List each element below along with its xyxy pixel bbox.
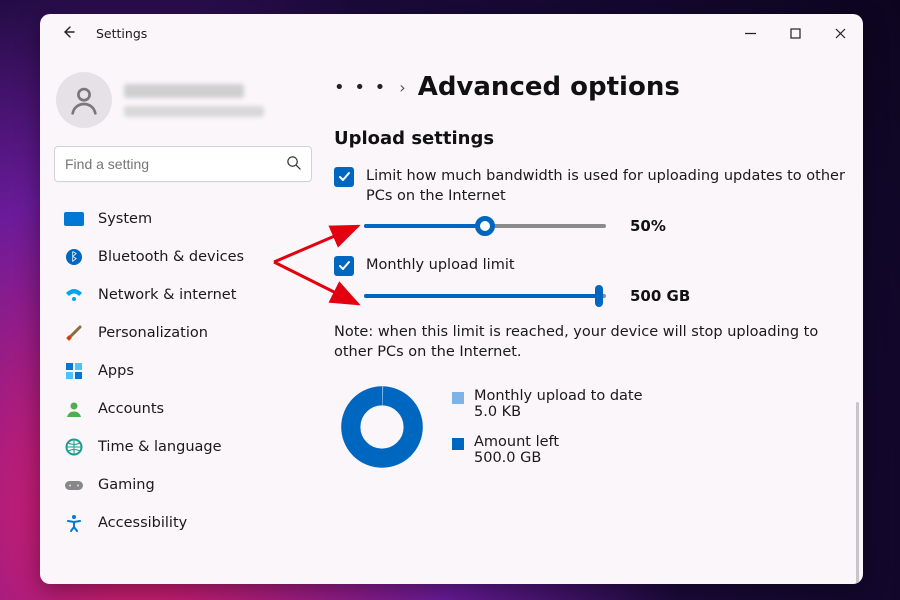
person-icon (68, 84, 100, 116)
accessibility-icon (62, 511, 86, 535)
amount-left-label: Amount left (474, 434, 559, 450)
option-monthly-limit: Monthly upload limit (334, 256, 849, 276)
maximize-icon (790, 28, 801, 39)
bandwidth-limit-checkbox[interactable] (334, 167, 354, 187)
profile-name-redacted (124, 84, 264, 117)
nav-label: Apps (98, 363, 134, 379)
check-icon (337, 170, 351, 184)
nav-label: Personalization (98, 325, 208, 341)
nav-item-gaming[interactable]: Gaming (54, 466, 312, 504)
app-title: Settings (96, 26, 147, 41)
nav-item-bluetooth[interactable]: Bluetooth & devices (54, 238, 312, 276)
nav-label: Gaming (98, 477, 155, 493)
system-icon (62, 207, 86, 231)
nav-label: Accounts (98, 401, 164, 417)
monthly-limit-slider[interactable] (364, 286, 606, 306)
back-arrow-icon (61, 25, 75, 39)
settings-window: Settings (40, 14, 863, 584)
minimize-icon (745, 28, 756, 39)
nav-label: Time & language (98, 439, 222, 455)
close-icon (835, 28, 846, 39)
personalization-icon (62, 321, 86, 345)
swatch-amount-left (452, 438, 464, 450)
monthly-limit-value: 500 GB (630, 287, 694, 305)
chevron-right-icon: › (399, 78, 405, 97)
apps-icon (62, 359, 86, 383)
check-icon (337, 259, 351, 273)
bandwidth-limit-label: Limit how much bandwidth is used for upl… (366, 167, 849, 206)
limit-note: Note: when this limit is reached, your d… (334, 322, 849, 363)
nav-item-accounts[interactable]: Accounts (54, 390, 312, 428)
nav-label: Accessibility (98, 515, 187, 531)
slider-thumb[interactable] (475, 216, 495, 236)
breadcrumb: • • • › Advanced options (334, 72, 849, 102)
bandwidth-slider[interactable] (364, 216, 606, 236)
nav-item-system[interactable]: System (54, 200, 312, 238)
section-title-upload: Upload settings (334, 128, 849, 149)
page-title: Advanced options (418, 72, 680, 102)
scrollbar[interactable] (856, 402, 859, 584)
content-pane: • • • › Advanced options Upload settings… (326, 52, 863, 584)
sidebar: System Bluetooth & devices Network & int… (40, 52, 326, 584)
search-input[interactable] (65, 156, 286, 172)
breadcrumb-overflow-button[interactable]: • • • (334, 77, 387, 98)
titlebar: Settings (40, 14, 863, 52)
nav-item-personalization[interactable]: Personalization (54, 314, 312, 352)
search-box[interactable] (54, 146, 312, 182)
gaming-icon (62, 473, 86, 497)
nav-list: System Bluetooth & devices Network & int… (54, 200, 312, 584)
network-icon (62, 283, 86, 307)
accounts-icon (62, 397, 86, 421)
maximize-button[interactable] (773, 14, 818, 52)
nav-item-apps[interactable]: Apps (54, 352, 312, 390)
nav-label: Bluetooth & devices (98, 249, 244, 265)
nav-item-accessibility[interactable]: Accessibility (54, 504, 312, 542)
back-button[interactable] (58, 25, 78, 42)
nav-item-network[interactable]: Network & internet (54, 276, 312, 314)
upload-donut-chart (334, 379, 430, 475)
to-date-label: Monthly upload to date (474, 388, 643, 404)
monthly-limit-label: Monthly upload limit (366, 256, 515, 276)
bandwidth-value: 50% (630, 217, 694, 235)
legend-amount-left: Amount left 500.0 GB (452, 434, 643, 466)
upload-stats: Monthly upload to date 5.0 KB Amount lef… (334, 379, 849, 475)
slider-thumb[interactable] (595, 285, 603, 307)
close-button[interactable] (818, 14, 863, 52)
amount-left-value: 500.0 GB (474, 450, 559, 466)
legend-to-date: Monthly upload to date 5.0 KB (452, 388, 643, 420)
profile-block[interactable] (56, 72, 312, 128)
option-bandwidth-limit: Limit how much bandwidth is used for upl… (334, 167, 849, 206)
avatar (56, 72, 112, 128)
to-date-value: 5.0 KB (474, 404, 643, 420)
nav-item-time-language[interactable]: Time & language (54, 428, 312, 466)
swatch-to-date (452, 392, 464, 404)
minimize-button[interactable] (728, 14, 773, 52)
nav-label: Network & internet (98, 287, 236, 303)
monthly-limit-checkbox[interactable] (334, 256, 354, 276)
search-icon (286, 155, 301, 174)
bluetooth-icon (62, 245, 86, 269)
nav-label: System (98, 211, 152, 227)
time-language-icon (62, 435, 86, 459)
